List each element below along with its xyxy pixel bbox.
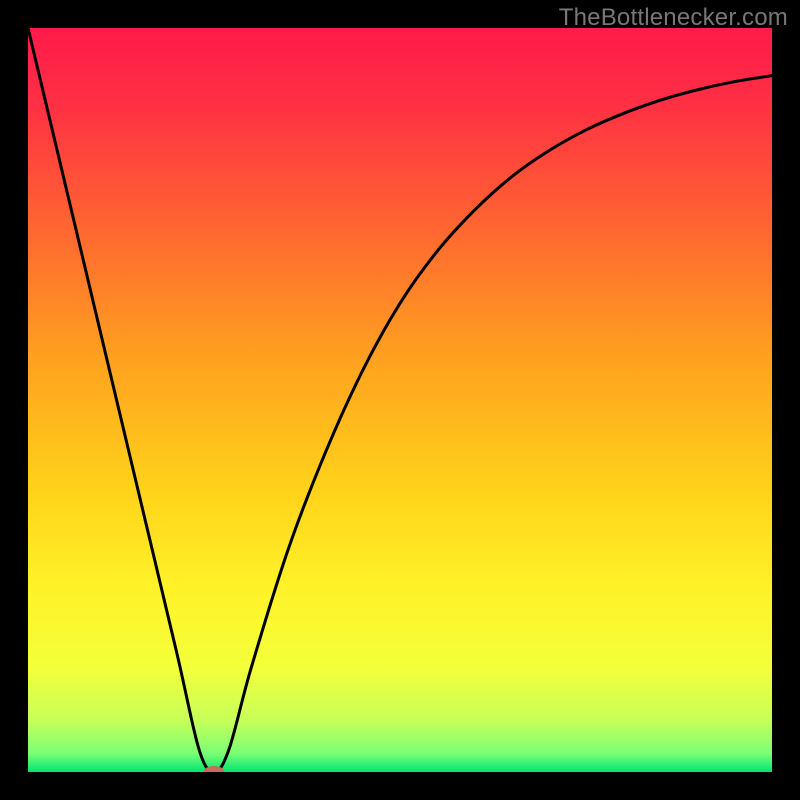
chart-frame: TheBottlenecker.com <box>0 0 800 800</box>
plot-area <box>28 28 772 772</box>
watermark-text: TheBottlenecker.com <box>559 4 788 32</box>
bottleneck-curve <box>28 28 772 772</box>
